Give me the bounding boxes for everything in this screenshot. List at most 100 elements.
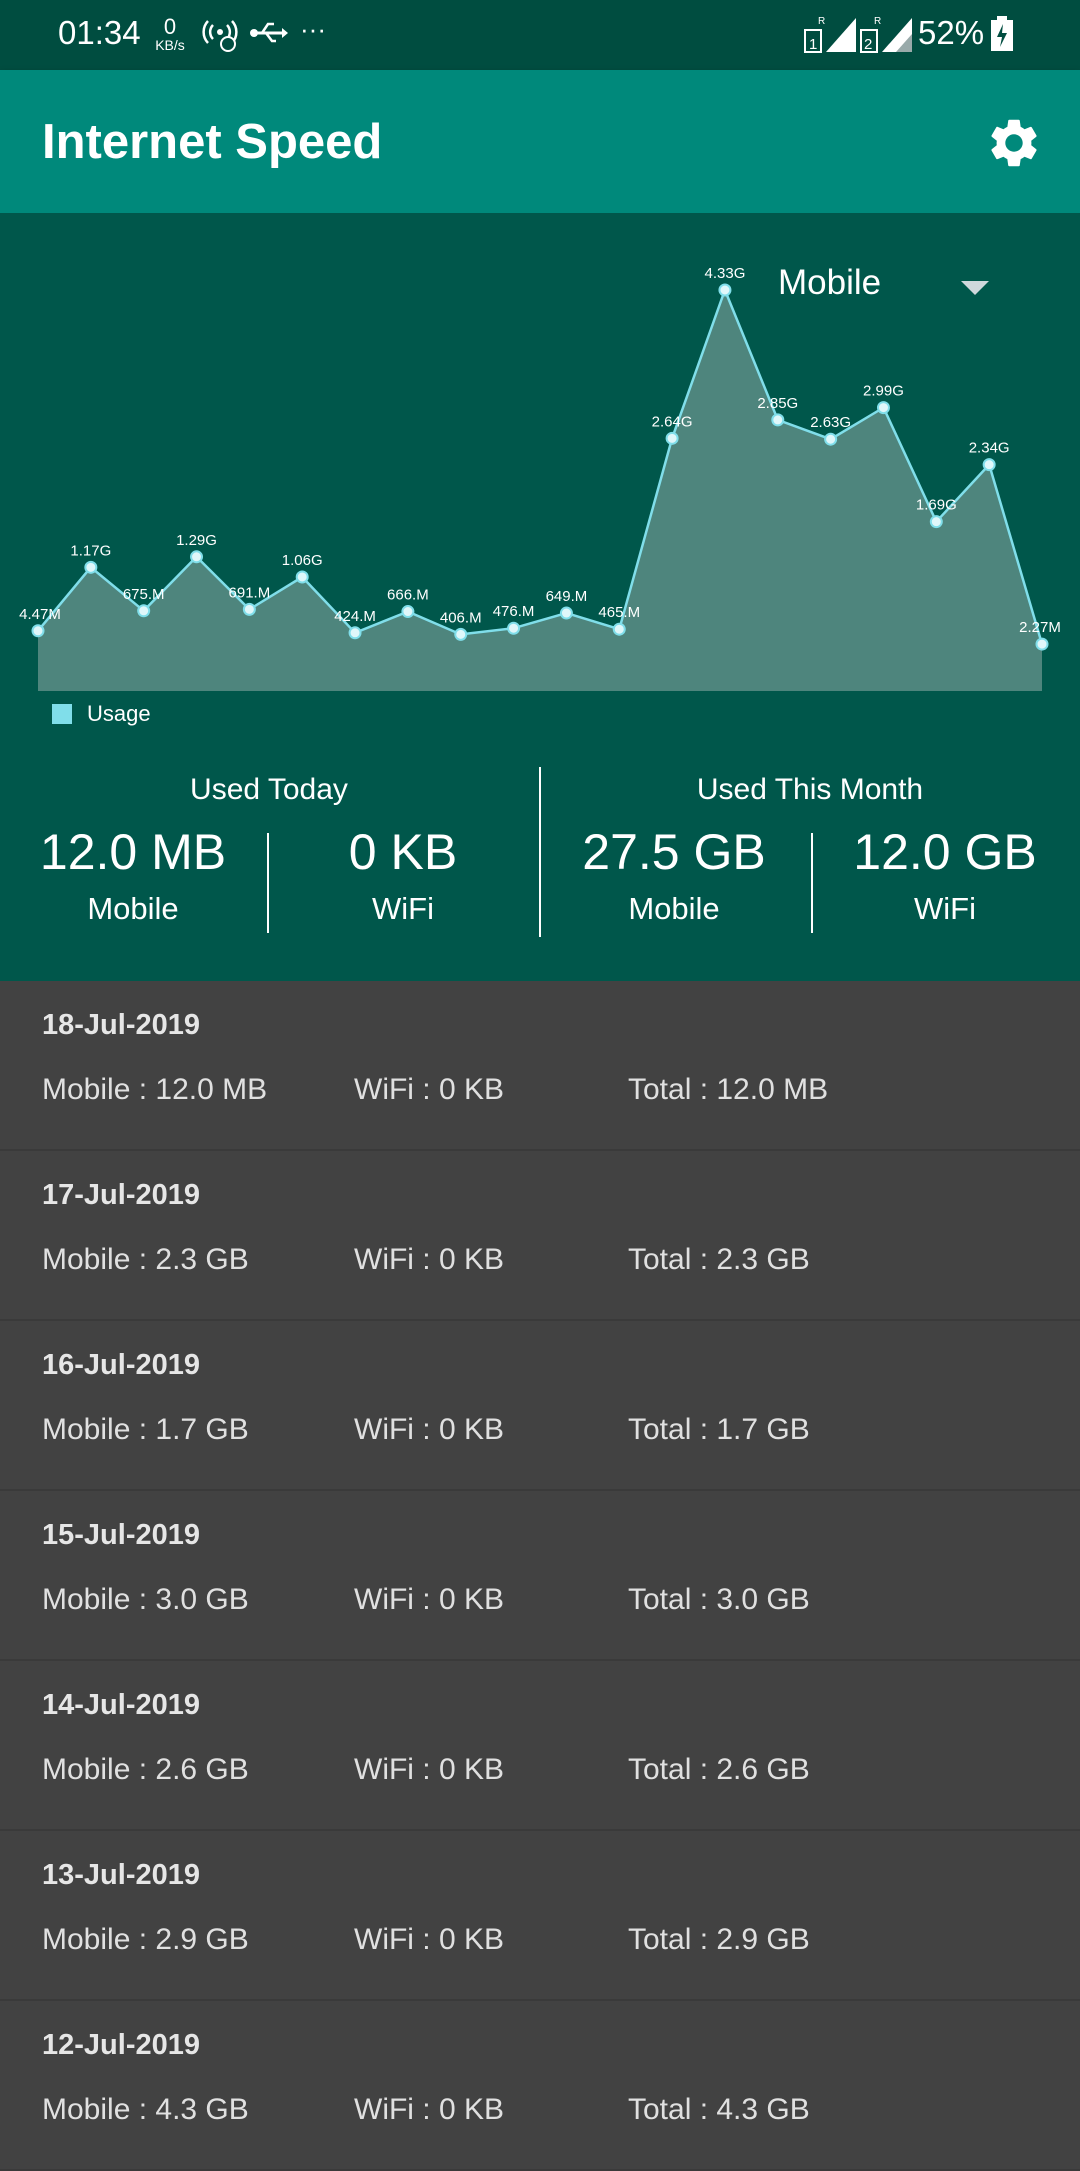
usage-area-fill xyxy=(38,290,1042,691)
data-label: 2.27M xyxy=(1019,619,1061,636)
list-item[interactable]: 12-Jul-2019 Mobile : 4.3 GB WiFi : 0 KB … xyxy=(0,2001,1080,2171)
app-bar: Internet Speed xyxy=(0,70,1080,213)
list-item[interactable]: 15-Jul-2019 Mobile : 3.0 GB WiFi : 0 KB … xyxy=(0,1491,1080,1661)
list-item-date: 14-Jul-2019 xyxy=(42,1689,200,1721)
data-label: 2.64G xyxy=(652,413,693,430)
list-item-total: Total : 1.7 GB xyxy=(628,1413,810,1446)
net-speed-indicator: 0 KB/s xyxy=(152,14,188,53)
data-point xyxy=(929,515,943,529)
month-divider xyxy=(811,833,813,933)
net-speed-value: 0 xyxy=(163,14,177,39)
data-label: 1.29G xyxy=(176,532,217,549)
list-item-date: 17-Jul-2019 xyxy=(42,1179,200,1211)
svg-text:R: R xyxy=(818,16,825,27)
list-item-mobile: Mobile : 1.7 GB xyxy=(42,1413,249,1446)
summary-divider xyxy=(539,767,541,937)
data-label: 649.M xyxy=(546,588,588,605)
list-item-total: Total : 2.6 GB xyxy=(628,1753,810,1786)
data-label: 424.M xyxy=(334,608,376,625)
sim1-signal-icon: 1 R xyxy=(804,16,856,53)
data-label: 691.M xyxy=(229,584,271,601)
data-point xyxy=(348,626,362,640)
data-label: 4.33G xyxy=(705,265,746,282)
list-item-total: Total : 4.3 GB xyxy=(628,2093,810,2126)
list-item-total: Total : 3.0 GB xyxy=(628,1583,810,1616)
list-item-wifi: WiFi : 0 KB xyxy=(354,1753,505,1786)
svg-text:2: 2 xyxy=(864,36,872,53)
data-label: 1.06G xyxy=(282,552,323,569)
list-item-mobile: Mobile : 2.9 GB xyxy=(42,1923,249,1956)
data-label: 476.M xyxy=(493,603,535,620)
data-point xyxy=(137,604,151,618)
network-type-selected: Mobile xyxy=(778,263,882,302)
legend-swatch xyxy=(52,704,72,724)
list-item-wifi: WiFi : 0 KB xyxy=(354,1243,505,1276)
data-point xyxy=(1035,637,1049,651)
list-item-mobile: Mobile : 2.3 GB xyxy=(42,1243,249,1276)
network-type-dropdown[interactable]: Mobile xyxy=(778,263,1008,323)
sim2-signal-icon: 2 R xyxy=(860,16,912,53)
today-wifi-value: 0 KB xyxy=(348,824,458,880)
today-wifi-label: WiFi xyxy=(372,891,434,926)
list-item-total: Total : 2.3 GB xyxy=(628,1243,810,1276)
list-item-wifi: WiFi : 0 KB xyxy=(354,1583,505,1616)
more-notifications-icon: ··· xyxy=(300,14,326,44)
data-label: 2.34G xyxy=(969,440,1010,457)
data-point xyxy=(559,606,573,620)
dropdown-caret-icon xyxy=(961,281,989,295)
data-point xyxy=(242,602,256,616)
gear-icon[interactable] xyxy=(985,114,1043,172)
list-item[interactable]: 17-Jul-2019 Mobile : 2.3 GB WiFi : 0 KB … xyxy=(0,1151,1080,1321)
data-label: 4.47M xyxy=(19,606,61,623)
list-item-date: 13-Jul-2019 xyxy=(42,1859,200,1891)
month-wifi-value: 12.0 GB xyxy=(853,824,1037,880)
data-label: 1.17G xyxy=(70,542,111,559)
data-label: 1.69G xyxy=(916,497,957,514)
data-point xyxy=(771,413,785,427)
list-item-date: 16-Jul-2019 xyxy=(42,1349,200,1381)
legend-label: Usage xyxy=(87,701,151,726)
svg-text:R: R xyxy=(874,16,881,27)
list-item-mobile: Mobile : 3.0 GB xyxy=(42,1583,249,1616)
data-label: 2.99G xyxy=(863,383,904,400)
data-point xyxy=(295,570,309,584)
list-item-mobile: Mobile : 12.0 MB xyxy=(42,1073,268,1106)
battery-percentage: 52% xyxy=(918,14,985,51)
data-point xyxy=(824,432,838,446)
data-point xyxy=(876,401,890,415)
today-mobile-value: 12.0 MB xyxy=(39,824,227,880)
battery-charging-icon xyxy=(991,16,1013,51)
list-item-date: 12-Jul-2019 xyxy=(42,2029,200,2061)
list-item-total: Total : 2.9 GB xyxy=(628,1923,810,1956)
list-item-wifi: WiFi : 0 KB xyxy=(354,2093,505,2126)
month-mobile-label: Mobile xyxy=(628,891,720,926)
data-label: 675.M xyxy=(123,586,165,603)
list-item[interactable]: 14-Jul-2019 Mobile : 2.6 GB WiFi : 0 KB … xyxy=(0,1661,1080,1831)
data-point xyxy=(84,560,98,574)
today-mobile-label: Mobile xyxy=(87,891,179,926)
list-item[interactable]: 13-Jul-2019 Mobile : 2.9 GB WiFi : 0 KB … xyxy=(0,1831,1080,2001)
usb-icon xyxy=(250,22,288,43)
status-bar: 01:34 0 KB/s ··· 1 R 2 R 52% xyxy=(0,0,1080,70)
list-item[interactable]: 18-Jul-2019 Mobile : 12.0 MB WiFi : 0 KB… xyxy=(0,981,1080,1151)
list-item-mobile: Mobile : 4.3 GB xyxy=(42,2093,249,2126)
list-item-date: 18-Jul-2019 xyxy=(42,1009,200,1041)
list-item-date: 15-Jul-2019 xyxy=(42,1519,200,1551)
data-point xyxy=(718,283,732,297)
data-point xyxy=(982,458,996,472)
list-item-wifi: WiFi : 0 KB xyxy=(354,1923,505,1956)
list-item-wifi: WiFi : 0 KB xyxy=(354,1073,505,1106)
data-point xyxy=(190,550,204,564)
data-label: 2.63G xyxy=(810,414,851,431)
data-label: 406.M xyxy=(440,609,482,626)
status-time: 01:34 xyxy=(58,14,141,51)
list-item[interactable]: 16-Jul-2019 Mobile : 1.7 GB WiFi : 0 KB … xyxy=(0,1321,1080,1491)
hotspot-icon xyxy=(202,20,238,52)
data-point xyxy=(401,605,415,619)
app-title: Internet Speed xyxy=(42,115,383,169)
usage-summary: Used Today 12.0 MB Mobile 0 KB WiFi Used… xyxy=(0,767,1080,973)
month-mobile-value: 27.5 GB xyxy=(582,824,766,880)
used-today-heading: Used Today xyxy=(190,773,348,806)
usage-history-list[interactable]: 18-Jul-2019 Mobile : 12.0 MB WiFi : 0 KB… xyxy=(0,981,1080,2171)
used-month-heading: Used This Month xyxy=(696,773,924,806)
